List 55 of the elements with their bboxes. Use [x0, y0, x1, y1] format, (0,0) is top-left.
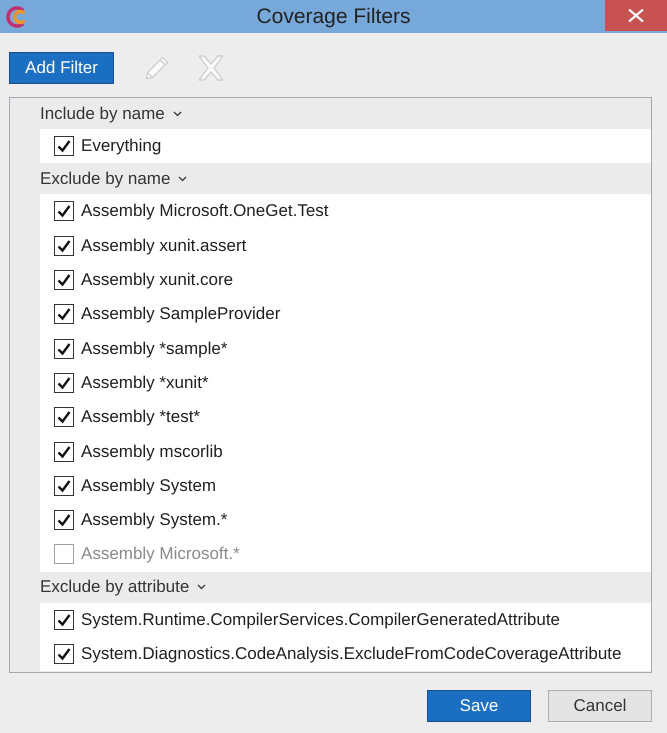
filter-label: System.Runtime.CompilerServices.CompilerGeneratedAttribute [81, 610, 560, 630]
filter-row[interactable]: Assembly System.* [40, 502, 651, 538]
filter-row[interactable]: Assembly *test* [40, 400, 651, 434]
filter-row[interactable]: Assembly System [40, 468, 651, 503]
filter-label: Assembly xunit.assert [81, 236, 246, 256]
close-icon [628, 9, 644, 22]
filter-row[interactable]: System.Runtime.CompilerServices.CompilerGeneratedAttribute [40, 602, 651, 637]
filter-label: Assembly System.* [81, 510, 228, 530]
checkbox[interactable] [54, 236, 74, 256]
checkbox[interactable] [54, 442, 74, 462]
filter-row[interactable]: Assembly xunit.core [40, 262, 651, 298]
filter-row[interactable]: Assembly *xunit* [40, 366, 651, 400]
filter-label: Assembly *sample* [81, 338, 228, 359]
chevron-icon[interactable] [172, 110, 182, 116]
checkbox[interactable] [54, 544, 74, 564]
group-header[interactable]: Include by name [40, 104, 165, 124]
cancel-button[interactable]: Cancel [548, 690, 652, 722]
filter-label: Assembly Microsoft.* [81, 544, 240, 564]
filter-row[interactable]: Everything [40, 129, 651, 164]
save-button[interactable]: Save [427, 690, 531, 722]
filter-label: Assembly *xunit* [81, 372, 209, 393]
filter-label: Assembly System [81, 476, 216, 496]
checkbox[interactable] [54, 270, 74, 290]
cross-icon [197, 55, 225, 81]
filter-label: Everything [81, 136, 162, 156]
checkbox[interactable] [54, 304, 74, 324]
checkbox[interactable] [54, 510, 74, 530]
filter-row[interactable]: Assembly *sample* [40, 331, 651, 366]
chevron-icon[interactable] [197, 584, 206, 590]
checkbox[interactable] [54, 644, 74, 664]
filter-row[interactable]: Assembly xunit.assert [40, 228, 651, 263]
filter-label: Assembly SampleProvider [81, 304, 280, 324]
group-header[interactable]: Exclude by name [40, 168, 170, 189]
filter-row[interactable]: Assembly mscorlib [40, 434, 651, 469]
pencil-icon [145, 56, 169, 80]
window-title: Coverage Filters [256, 4, 411, 30]
group-header[interactable]: Exclude by attribute [40, 577, 190, 598]
close-button[interactable] [605, 0, 667, 31]
checkbox[interactable] [54, 476, 74, 496]
filter-label: System.Diagnostics.CodeAnalysis.ExcludeFromCodeCoverageAttribute [81, 644, 622, 664]
filter-label: Assembly xunit.core [81, 270, 234, 290]
checkbox[interactable] [54, 136, 74, 156]
filter-label: Assembly Microsoft.OneGet.Test [81, 201, 329, 222]
filter-label: Assembly mscorlib [81, 442, 223, 462]
checkbox[interactable] [54, 407, 74, 428]
filter-row[interactable]: Assembly Microsoft.OneGet.Test [40, 194, 651, 229]
checkbox[interactable] [54, 372, 74, 393]
filter-row[interactable]: Assembly SampleProvider [40, 297, 651, 332]
filter-label: Assembly *test* [81, 407, 200, 428]
checkbox[interactable] [54, 338, 74, 359]
add-filter-button[interactable]: Add Filter [9, 52, 114, 84]
filter-row[interactable]: System.Diagnostics.CodeAnalysis.ExcludeFromCodeCoverageAttribute [40, 636, 651, 672]
chevron-icon[interactable] [178, 176, 188, 182]
checkbox[interactable] [54, 201, 74, 222]
checkbox[interactable] [54, 610, 74, 630]
